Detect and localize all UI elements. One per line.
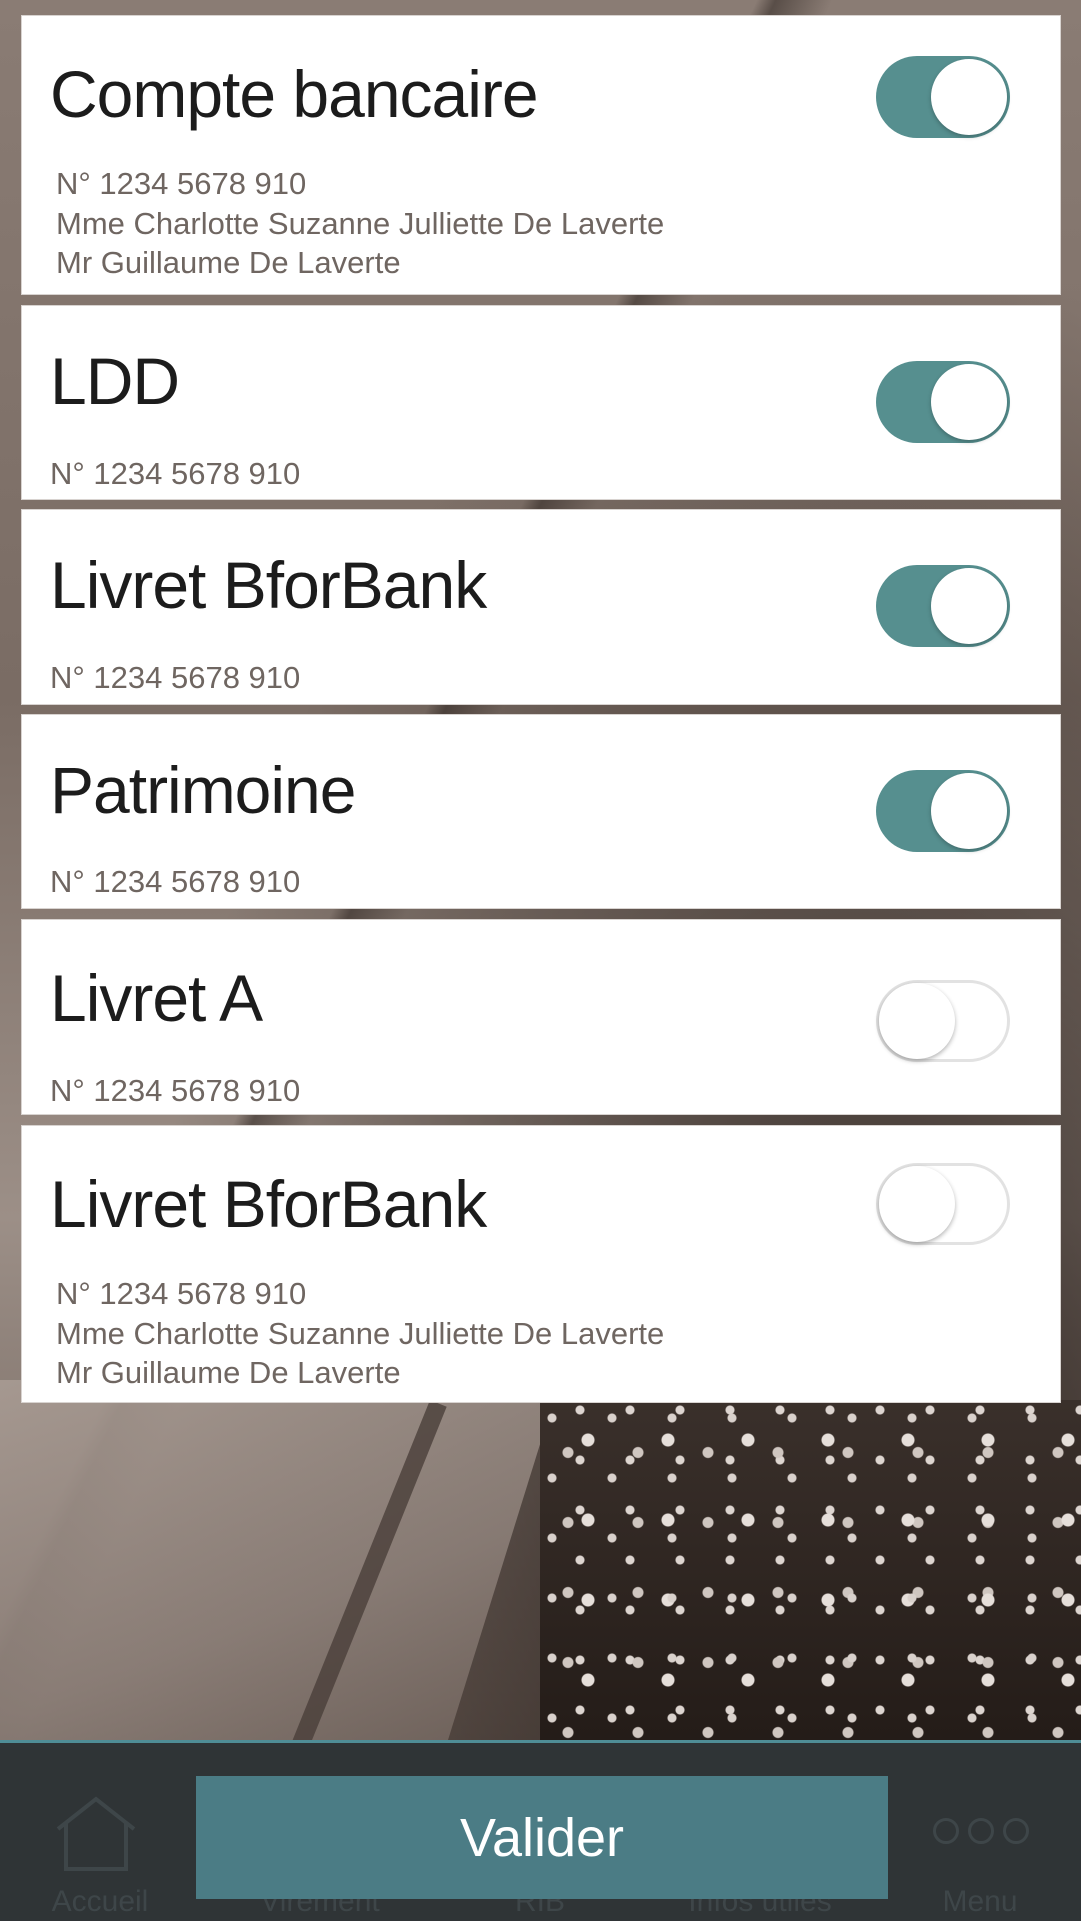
account-title: Livret BforBank xyxy=(50,1167,487,1241)
account-toggle[interactable] xyxy=(876,1163,1010,1245)
toggle-knob xyxy=(879,983,955,1059)
account-number: N° 1234 5678 910 xyxy=(56,166,307,201)
toggle-knob xyxy=(879,1166,955,1242)
account-number: N° 1234 5678 910 xyxy=(56,1276,307,1311)
account-card: LDD N° 1234 5678 910 xyxy=(21,305,1061,500)
toggle-knob xyxy=(931,59,1007,135)
account-title: LDD xyxy=(50,344,180,418)
account-holder: Mr Guillaume De Laverte xyxy=(56,245,401,280)
account-number: N° 1234 5678 910 xyxy=(50,660,301,695)
account-number: N° 1234 5678 910 xyxy=(50,456,301,491)
account-toggle[interactable] xyxy=(876,56,1010,138)
toggle-knob xyxy=(931,773,1007,849)
account-number: N° 1234 5678 910 xyxy=(50,864,301,899)
account-card: Patrimoine N° 1234 5678 910 xyxy=(21,714,1061,909)
tab-home-label: Accueil xyxy=(51,1885,149,1918)
account-title: Patrimoine xyxy=(50,753,356,827)
menu-dots-icon xyxy=(930,1818,1040,1846)
valider-button[interactable]: Valider xyxy=(196,1776,888,1899)
account-holder: Mr Guillaume De Laverte xyxy=(56,1355,401,1390)
account-card: Compte bancaire N° 1234 5678 910 Mme Cha… xyxy=(21,15,1061,295)
tab-menu-label: Menu xyxy=(942,1885,1018,1918)
account-title: Livret BforBank xyxy=(50,548,487,622)
account-title: Livret A xyxy=(50,961,263,1035)
account-card: Livret BforBank N° 1234 5678 910 Mme Cha… xyxy=(21,1125,1061,1403)
account-holder: Mme Charlotte Suzanne Julliette De Laver… xyxy=(56,1316,665,1351)
toggle-knob xyxy=(931,364,1007,440)
tab-menu[interactable]: Menu xyxy=(920,1743,1040,1921)
account-title: Compte bancaire xyxy=(50,57,539,131)
home-icon xyxy=(56,1796,136,1871)
account-card: Livret BforBank N° 1234 5678 910 xyxy=(21,509,1061,705)
tab-home[interactable]: Accueil xyxy=(30,1743,170,1921)
account-toggle[interactable] xyxy=(876,361,1010,443)
account-holder: Mme Charlotte Suzanne Julliette De Laver… xyxy=(56,206,665,241)
account-number: N° 1234 5678 910 xyxy=(50,1073,301,1108)
toggle-knob xyxy=(931,568,1007,644)
account-card: Livret A N° 1234 5678 910 xyxy=(21,919,1061,1115)
account-toggle[interactable] xyxy=(876,770,1010,852)
account-toggle[interactable] xyxy=(876,980,1010,1062)
account-toggle[interactable] xyxy=(876,565,1010,647)
background-sea xyxy=(540,1400,1081,1740)
